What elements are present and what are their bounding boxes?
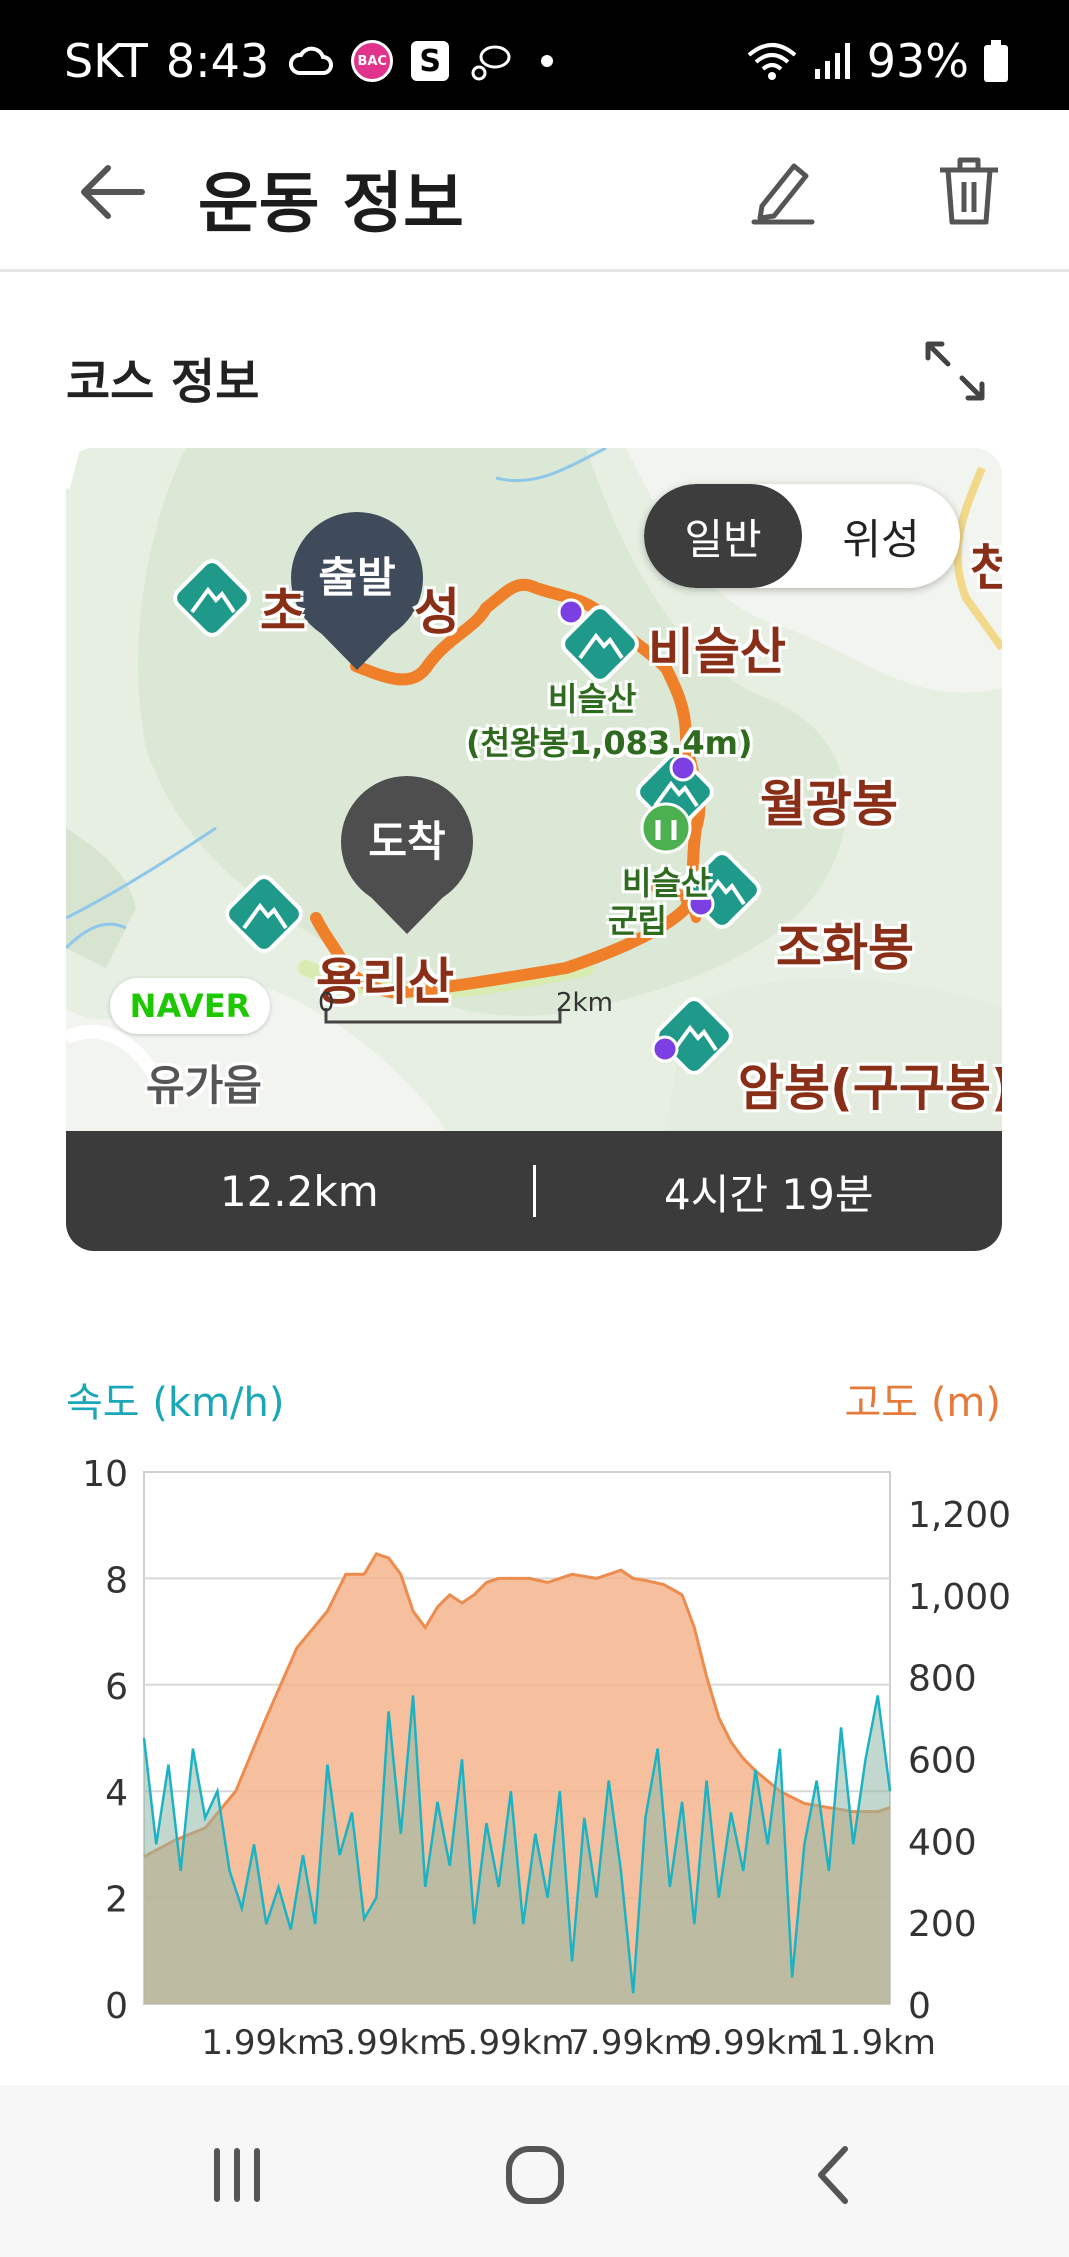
edit-icon[interactable] bbox=[748, 156, 818, 226]
y-left-tick-label: 8 bbox=[105, 1560, 128, 1601]
map-label-partial-left2: 성 bbox=[414, 583, 460, 641]
status-bar: SKT 8:43 BAC S 93% bbox=[0, 0, 1069, 110]
scale-end: 2km bbox=[556, 988, 613, 1018]
scale-zero: 0 bbox=[318, 988, 335, 1018]
y-left-tick-label: 0 bbox=[105, 1986, 128, 2027]
y-left-tick-label: 10 bbox=[82, 1454, 128, 1495]
map-label-park2: 군립 bbox=[608, 902, 667, 940]
end-pin-label: 도착 bbox=[368, 817, 446, 866]
recent-apps-icon[interactable] bbox=[197, 2135, 277, 2215]
naver-logo: NAVER bbox=[110, 978, 270, 1034]
y-right-tick-label: 200 bbox=[908, 1904, 977, 1945]
y-right-tick-label: 1,200 bbox=[908, 1495, 1011, 1536]
map-label-peak1-sub2: (천왕봉1,083.4m) bbox=[466, 724, 753, 762]
map-type-toggle[interactable]: 일반 위성 bbox=[644, 484, 960, 588]
map-label-town: 유가읍 bbox=[146, 1061, 262, 1110]
map-label-peak5: 용리산 bbox=[316, 953, 454, 1011]
nav-back-icon[interactable] bbox=[795, 2135, 875, 2215]
y-right-tick-label: 400 bbox=[908, 1822, 977, 1863]
app-header: 운동 정보 bbox=[0, 110, 1069, 272]
y-left-tick-label: 6 bbox=[105, 1667, 128, 1708]
duration-value: 4시간 19분 bbox=[664, 1169, 874, 1219]
course-section-title: 코스 정보 bbox=[66, 354, 260, 410]
signal-icon bbox=[813, 41, 853, 81]
battery-percent: 93% bbox=[866, 34, 969, 88]
altitude-legend: 고도 (m) bbox=[844, 1380, 1002, 1426]
x-tick-label: 11.9km bbox=[807, 2023, 936, 2063]
course-stats-bar: 12.2km 4시간 19분 bbox=[66, 1131, 1002, 1251]
y-right-tick-label: 1,000 bbox=[908, 1577, 1011, 1618]
cloud-icon bbox=[287, 43, 334, 79]
y-right-tick-label: 0 bbox=[908, 1986, 931, 2027]
x-tick-label: 3.99km bbox=[324, 2023, 453, 2063]
bac-icon: BAC bbox=[351, 40, 394, 82]
map-label-peak3: 조화봉 bbox=[776, 919, 914, 977]
back-arrow-icon[interactable] bbox=[78, 162, 148, 222]
home-icon[interactable] bbox=[495, 2135, 575, 2215]
carrier: SKT bbox=[64, 34, 148, 88]
x-tick-label: 7.99km bbox=[568, 2023, 697, 2063]
expand-icon[interactable] bbox=[918, 334, 992, 408]
y-left-tick-label: 4 bbox=[105, 1773, 128, 1814]
page-title: 운동 정보 bbox=[198, 165, 464, 242]
system-nav-bar bbox=[0, 2085, 1069, 2257]
y-right-tick-label: 600 bbox=[908, 1740, 977, 1781]
map-label-peak4: 암봉(구구봉) bbox=[738, 1059, 1002, 1117]
wifi-icon bbox=[745, 41, 799, 81]
y-left-tick-label: 2 bbox=[105, 1880, 128, 1921]
end-pin[interactable]: 도착 bbox=[341, 772, 473, 932]
start-pin-label: 출발 bbox=[318, 553, 396, 602]
course-map[interactable]: 출발 도착 초 성 비슬산 비슬산 (천왕봉1,083.4m) 월광봉 비슬산 … bbox=[66, 448, 1002, 1131]
speed-legend: 속도 (km/h) bbox=[66, 1380, 285, 1426]
x-tick-label: 9.99km bbox=[691, 2023, 820, 2063]
map-type-normal[interactable]: 일반 bbox=[644, 484, 802, 588]
map-label-peak1: 비슬산 bbox=[648, 623, 786, 681]
fitness-icon bbox=[467, 39, 513, 83]
x-tick-label: 5.99km bbox=[446, 2023, 575, 2063]
battery-icon bbox=[983, 40, 1009, 82]
s-icon: S bbox=[411, 41, 450, 81]
distance-value: 12.2km bbox=[219, 1166, 379, 1216]
y-right-tick-label: 800 bbox=[908, 1659, 977, 1700]
start-pin[interactable]: 출발 bbox=[291, 508, 423, 668]
map-type-satellite[interactable]: 위성 bbox=[802, 484, 960, 588]
notification-dot-icon bbox=[541, 55, 554, 67]
map-label-partial-right: 천 bbox=[970, 539, 1002, 597]
map-label-partial-left: 초 bbox=[260, 583, 306, 641]
trash-icon[interactable] bbox=[934, 154, 1004, 228]
speed-altitude-chart[interactable]: 0 2 4 6 8 10 0 200 400 600 800 1,000 1,200 1.99km3.99… bbox=[0, 1440, 1069, 2080]
x-tick-label: 1.99km bbox=[201, 2023, 330, 2063]
map-label-peak1-sub1: 비슬산 bbox=[548, 680, 637, 718]
clock: 8:43 bbox=[165, 34, 270, 88]
map-label-peak2: 월광봉 bbox=[760, 775, 898, 833]
